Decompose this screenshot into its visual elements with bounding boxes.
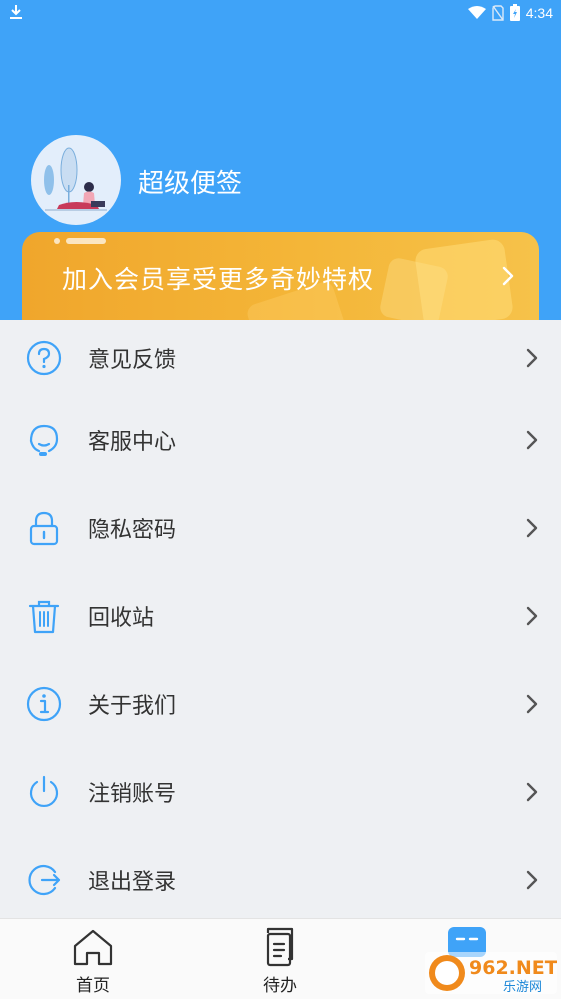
- chevron-right-icon: [526, 870, 538, 890]
- vip-membership-banner[interactable]: 加入会员享受更多奇妙特权: [22, 232, 539, 320]
- menu-label: 隐私密码: [88, 518, 177, 543]
- banner-decoration: [378, 256, 450, 320]
- home-icon: [73, 929, 113, 966]
- power-icon: [29, 775, 59, 807]
- menu-item-feedback[interactable]: 意见反馈: [0, 320, 561, 396]
- menu-item-customer-service[interactable]: 客服中心: [0, 396, 561, 484]
- chevron-right-icon: [526, 606, 538, 626]
- tab-todo[interactable]: 待办: [225, 927, 335, 997]
- menu-label: 客服中心: [88, 430, 177, 455]
- info-circle-icon: [26, 686, 62, 722]
- menu-label: 退出登录: [88, 870, 177, 895]
- wifi-icon: [467, 5, 486, 19]
- chevron-right-icon: [526, 518, 538, 538]
- avatar[interactable]: [31, 135, 121, 225]
- lock-icon: [29, 511, 59, 546]
- menu-item-logout[interactable]: 退出登录: [0, 836, 561, 924]
- chevron-right-icon: [526, 782, 538, 802]
- watermark-subtext: 乐游网: [503, 980, 542, 995]
- download-icon: [10, 5, 22, 19]
- chevron-right-icon: [502, 266, 514, 286]
- menu-label: 注销账号: [88, 782, 177, 807]
- logout-icon: [28, 864, 61, 896]
- profile-header: 4:34 超级便签 加入会员享受更多奇妙特权: [0, 0, 561, 320]
- settings-menu: 意见反馈 客服中心 隐私密码 回收站 关于我们 注销账号 退出登录: [0, 320, 561, 924]
- chevron-right-icon: [526, 348, 538, 368]
- battery-icon: [509, 4, 520, 21]
- menu-label: 意见反馈: [88, 348, 177, 373]
- tab-label: 首页: [76, 976, 110, 996]
- vip-banner-text: 加入会员享受更多奇妙特权: [62, 265, 375, 294]
- menu-item-delete-account[interactable]: 注销账号: [0, 748, 561, 836]
- todo-list-icon: [266, 927, 294, 967]
- status-time: 4:34: [525, 4, 553, 21]
- banner-dots: [54, 238, 106, 244]
- chevron-right-icon: [526, 430, 538, 450]
- tab-label: 待办: [263, 976, 297, 996]
- question-circle-icon: [26, 340, 62, 376]
- tab-home[interactable]: 首页: [38, 927, 148, 997]
- chevron-right-icon: [526, 694, 538, 714]
- avatar-illustration: [44, 147, 107, 211]
- no-sim-icon: [492, 4, 504, 21]
- app-name: 超级便签: [138, 169, 243, 199]
- menu-label: 回收站: [88, 606, 155, 631]
- headset-icon: [29, 424, 59, 456]
- trash-icon: [28, 600, 60, 634]
- menu-label: 关于我们: [88, 694, 177, 719]
- menu-item-recycle-bin[interactable]: 回收站: [0, 572, 561, 660]
- menu-item-about-us[interactable]: 关于我们: [0, 660, 561, 748]
- status-bar: 4:34: [0, 0, 561, 26]
- site-watermark: 962.NET 乐游网: [425, 952, 557, 995]
- watermark-text: 962.NET: [469, 957, 557, 979]
- menu-item-privacy-password[interactable]: 隐私密码: [0, 484, 561, 572]
